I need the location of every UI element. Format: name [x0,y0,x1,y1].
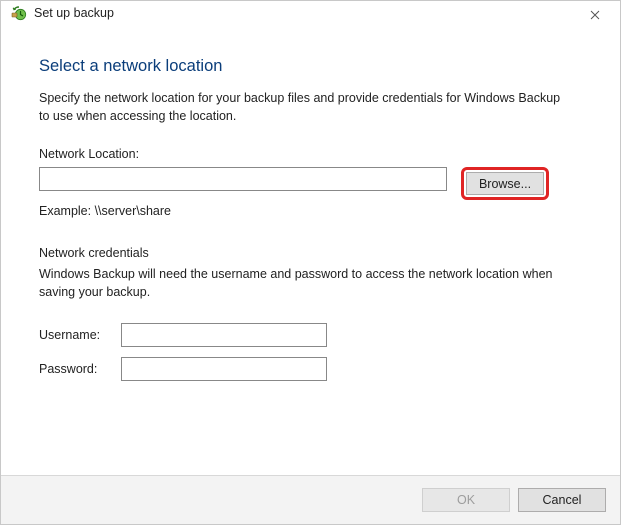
network-location-label: Network Location: [39,147,586,161]
password-label: Password: [39,362,121,376]
username-input[interactable] [121,323,327,347]
browse-button[interactable]: Browse... [466,172,544,195]
dialog-footer: OK Cancel [1,475,620,524]
network-location-input[interactable] [39,167,447,191]
backup-icon [11,5,27,21]
credentials-heading: Network credentials [39,246,586,260]
example-text: Example: \\server\share [39,204,586,218]
password-row: Password: [39,357,586,381]
credentials-description: Windows Backup will need the username an… [39,266,579,301]
close-button[interactable] [580,5,610,25]
titlebar: Set up backup [1,1,620,29]
ok-button: OK [422,488,510,512]
page-description: Specify the network location for your ba… [39,90,569,125]
setup-backup-dialog: Set up backup Select a network location … [0,0,621,525]
page-heading: Select a network location [39,57,586,76]
content-area: Select a network location Specify the ne… [1,29,620,475]
browse-highlight: Browse... [461,167,549,200]
username-row: Username: [39,323,586,347]
password-input[interactable] [121,357,327,381]
cancel-button[interactable]: Cancel [518,488,606,512]
username-label: Username: [39,328,121,342]
network-location-row: Browse... [39,167,586,200]
window-title: Set up backup [34,6,114,20]
